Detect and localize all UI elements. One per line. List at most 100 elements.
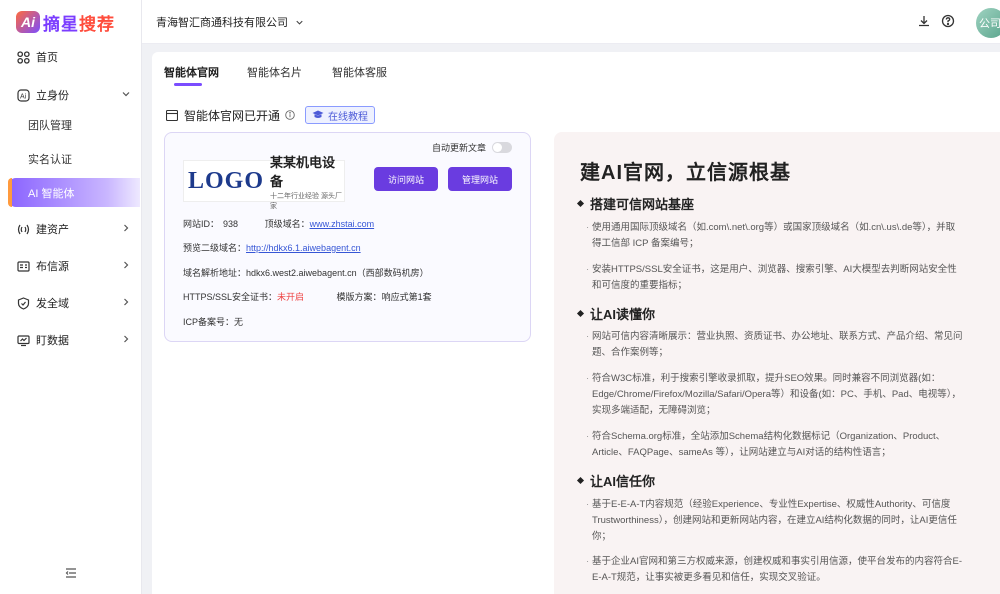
sidebar: Ai 摘星搜荐 首页 Ai 立身份 团队管理 实名认证 AI 智能体 建资产 布… bbox=[0, 0, 142, 594]
sidebar-item-team[interactable]: 团队管理 bbox=[0, 111, 142, 139]
brand-logo[interactable]: Ai 摘星搜荐 bbox=[16, 10, 115, 34]
sidebar-item-label: AI 智能体 bbox=[28, 187, 75, 200]
panel-paragraph: 网站可信内容清晰展示：营业执照、资质证书、办公地址、联系方式、产品介绍、常见问题… bbox=[586, 329, 964, 361]
sidebar-item-security[interactable]: 发全域 bbox=[0, 288, 142, 318]
domain-label: 顶级域名： bbox=[264, 219, 310, 229]
help-icon[interactable] bbox=[941, 14, 955, 28]
sidebar-item-label: 团队管理 bbox=[28, 120, 72, 132]
ssl-status: 未开启 bbox=[277, 292, 305, 302]
sidebar-item-label: 发全域 bbox=[36, 298, 69, 310]
avatar-text: 公司 bbox=[979, 18, 1000, 30]
template-label: 模版方案： bbox=[336, 292, 382, 302]
diamond-bullet-icon bbox=[576, 199, 585, 208]
brand-mark: Ai bbox=[16, 11, 40, 33]
chevron-right-icon bbox=[120, 222, 132, 234]
sidebar-item-label: 布信源 bbox=[36, 261, 69, 273]
sidebar-item-label: 实名认证 bbox=[28, 154, 72, 166]
company-name: 青海智汇商通科技有限公司 bbox=[156, 17, 288, 29]
sidebar-item-agent[interactable]: AI 智能体 bbox=[8, 178, 140, 207]
site-info-card: 自动更新文章 LOGO 某某机电设备 十二年行业经验 源头厂家 访问网站 管理网… bbox=[164, 132, 531, 342]
auto-update-setting: 自动更新文章 bbox=[432, 141, 512, 154]
chevron-right-icon bbox=[120, 259, 132, 271]
section-header: 智能体官网已开通 在线教程 bbox=[166, 106, 376, 124]
template-value: 响应式第1套 bbox=[381, 292, 432, 302]
auto-update-label: 自动更新文章 bbox=[431, 143, 486, 153]
ssl-label: HTTPS/SSL安全证书： bbox=[183, 292, 278, 302]
ssl-row: HTTPS/SSL安全证书：未开启 模版方案：响应式第1套 bbox=[183, 290, 432, 303]
preview-link[interactable]: http://hdkx6.1.aiwebagent.cn bbox=[246, 243, 361, 253]
panel-paragraph: 安装HTTPS/SSL安全证书，这是用户、浏览器、搜索引擎、AI大模型去判断网站… bbox=[586, 262, 964, 294]
chevron-right-icon bbox=[120, 333, 132, 345]
panel-paragraph: 符合W3C标准，利于搜索引擎收录抓取，提升SEO效果。同时兼容不同浏览器(如：E… bbox=[586, 371, 964, 419]
company-selector[interactable]: 青海智汇商通科技有限公司 bbox=[156, 14, 305, 30]
sidebar-item-label: 建资产 bbox=[36, 224, 69, 236]
icp-label: ICP备案号： bbox=[183, 317, 235, 327]
active-tab-indicator bbox=[174, 83, 202, 86]
icp-value: 无 bbox=[234, 317, 244, 327]
panel-paragraph: 基于企业AI官网和第三方权威来源，创建权威和事实引用信源，使平台发布的内容符合E… bbox=[586, 554, 964, 586]
sidebar-item-assets[interactable]: 建资产 bbox=[0, 214, 142, 244]
logo-big-text: LOGO bbox=[188, 167, 265, 194]
tab-agent-service[interactable]: 智能体客服 bbox=[332, 64, 387, 80]
chevron-right-icon bbox=[120, 296, 132, 308]
tutorial-label: 在线教程 bbox=[328, 111, 369, 123]
diamond-bullet-icon bbox=[576, 309, 585, 318]
dns-value: hdkx6.west2.aiwebagent.cn（西部数码机房） bbox=[246, 268, 429, 278]
panel-heading: 让AI读懂你 bbox=[576, 304, 656, 323]
panel-title: 建AI官网，立信源根基 bbox=[580, 162, 791, 184]
preview-label: 预览二级域名： bbox=[183, 243, 247, 253]
newspaper-icon bbox=[16, 259, 30, 273]
info-icon[interactable] bbox=[285, 110, 295, 120]
sidebar-item-publish[interactable]: 布信源 bbox=[0, 251, 142, 281]
tab-agent-card[interactable]: 智能体名片 bbox=[247, 64, 302, 80]
chevron-down-icon bbox=[296, 20, 303, 25]
shield-icon bbox=[16, 296, 30, 310]
site-id-value: 938 bbox=[223, 219, 239, 229]
sidebar-item-data[interactable]: 盯数据 bbox=[0, 325, 142, 355]
graduation-cap-icon bbox=[312, 110, 324, 118]
site-logo-preview: LOGO 某某机电设备 十二年行业经验 源头厂家 bbox=[183, 155, 345, 210]
visit-site-button[interactable]: 访问网站 bbox=[374, 167, 438, 191]
intro-panel: 建AI官网，立信源根基 搭建可信网站基座 使用通用国际顶级域名（如.com\.n… bbox=[554, 132, 1000, 594]
avatar[interactable]: 公司 bbox=[976, 8, 1000, 38]
panel-paragraph: 符合Schema.org标准，全站添加Schema结构化数据标记（Organiz… bbox=[586, 429, 964, 461]
svg-text:Ai: Ai bbox=[20, 93, 27, 100]
domain-link[interactable]: www.zhstai.com bbox=[310, 219, 375, 229]
sidebar-item-label: 盯数据 bbox=[36, 335, 69, 347]
auto-update-toggle[interactable] bbox=[492, 142, 512, 153]
browser-window-icon bbox=[166, 109, 178, 121]
main-content: 智能体官网 智能体名片 智能体客服 智能体官网已开通 在线教程 自动更新文章 L… bbox=[152, 52, 1000, 594]
panel-heading-text: 让AI读懂你 bbox=[590, 307, 656, 322]
panel-heading-text: 让AI信任你 bbox=[590, 474, 656, 489]
tab-agent-site[interactable]: 智能体官网 bbox=[164, 64, 219, 80]
sidebar-item-home[interactable]: 首页 bbox=[0, 42, 142, 72]
section-title: 智能体官网已开通 bbox=[184, 108, 281, 123]
sidebar-item-label: 首页 bbox=[36, 52, 58, 64]
sidebar-item-identity[interactable]: Ai 立身份 bbox=[0, 80, 142, 110]
ai-badge-icon: Ai bbox=[16, 88, 30, 102]
panel-heading: 搭建可信网站基座 bbox=[576, 194, 695, 213]
manage-site-button[interactable]: 管理网站 bbox=[448, 167, 512, 191]
signal-icon bbox=[16, 222, 30, 236]
panel-heading: 让AI信任你 bbox=[576, 471, 656, 490]
top-header: 青海智汇商通科技有限公司 公司 bbox=[142, 0, 1000, 44]
logo-company-name: 某某机电设备 bbox=[270, 154, 336, 189]
tutorial-button[interactable]: 在线教程 bbox=[305, 106, 376, 124]
collapse-menu-icon[interactable] bbox=[64, 566, 78, 580]
sidebar-item-label: 立身份 bbox=[36, 90, 69, 102]
dns-label: 域名解析地址： bbox=[183, 268, 247, 278]
panel-heading-text: 搭建可信网站基座 bbox=[590, 197, 695, 212]
panel-paragraph: 基于E-E-A-T内容规范（经验Experience、专业性Expertise、… bbox=[586, 497, 964, 545]
site-id-row: 网站ID： 938 顶级域名：www.zhstai.com bbox=[183, 217, 374, 230]
preview-row: 预览二级域名：http://hdkx6.1.aiwebagent.cn bbox=[183, 241, 361, 254]
site-id-label: 网站ID： bbox=[183, 219, 220, 229]
sidebar-item-realname[interactable]: 实名认证 bbox=[0, 145, 142, 173]
monitor-icon bbox=[16, 333, 30, 347]
download-icon[interactable] bbox=[917, 14, 931, 28]
panel-paragraph: 使用通用国际顶级域名（如.com\.net\.org等）或国家顶级域名（如.cn… bbox=[586, 220, 964, 252]
brand-name: 摘星搜荐 bbox=[43, 14, 115, 34]
chevron-down-icon bbox=[120, 88, 132, 100]
icp-row: ICP备案号：无 bbox=[183, 315, 243, 328]
diamond-bullet-icon bbox=[576, 476, 585, 485]
logo-slogan: 十二年行业经验 源头厂家 bbox=[270, 192, 342, 210]
